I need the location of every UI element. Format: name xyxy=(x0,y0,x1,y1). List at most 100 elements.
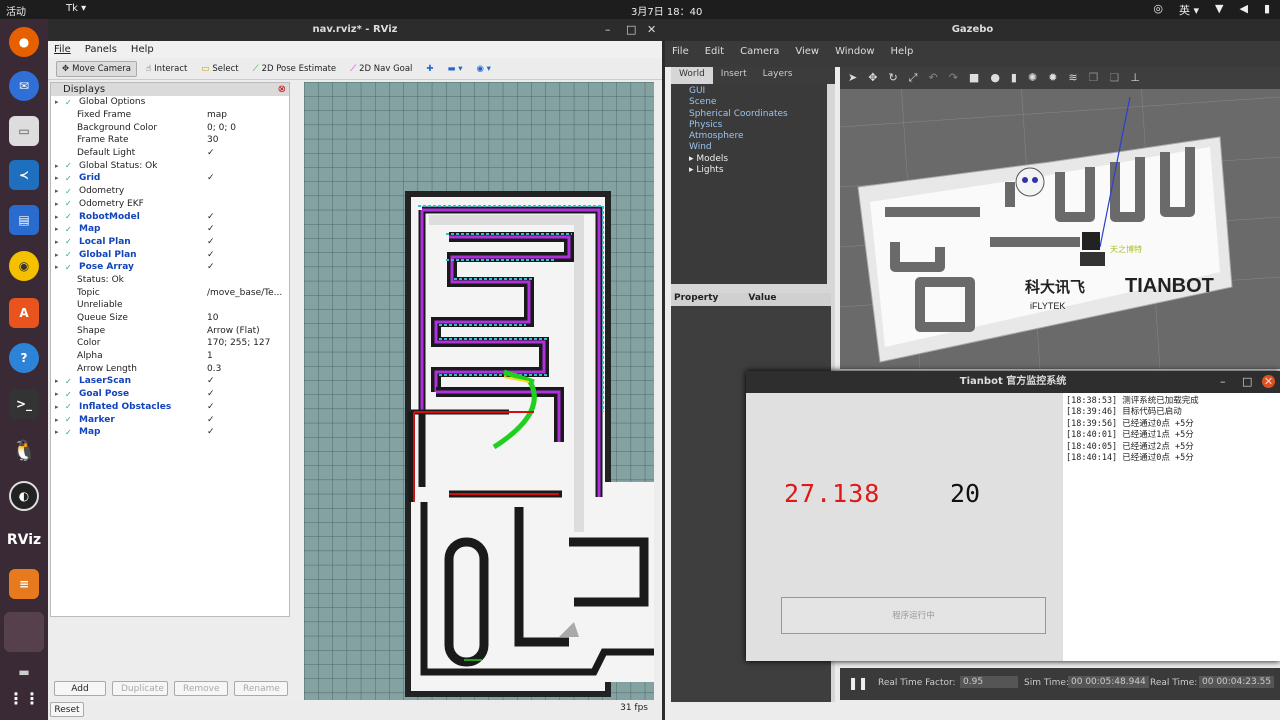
wifi-icon[interactable]: ▼ xyxy=(1215,2,1223,18)
display-value[interactable]: /move_base/Te... xyxy=(207,288,282,298)
maximize-icon[interactable]: □ xyxy=(1242,371,1252,393)
display-row[interactable]: ▸ ✓ Global Status: Ok xyxy=(51,159,289,172)
expand-arrow-icon[interactable]: ▸ xyxy=(55,377,59,385)
tab-insert[interactable]: Insert xyxy=(713,67,755,84)
network-icon[interactable]: ◎ xyxy=(1153,2,1163,18)
undo-icon[interactable]: ↶ xyxy=(928,71,937,85)
expand-arrow-icon[interactable]: ▸ xyxy=(55,162,59,170)
terminal-icon[interactable]: >_ xyxy=(9,389,39,419)
world-tree-item[interactable]: Atmosphere xyxy=(689,131,827,142)
camera-type-icon[interactable]: ◉ ▾ xyxy=(472,62,496,76)
world-tree-item[interactable]: ▸ Models xyxy=(689,154,827,165)
expand-arrow-icon[interactable]: ▸ xyxy=(55,174,59,182)
redo-icon[interactable]: ↷ xyxy=(949,71,958,85)
display-value[interactable]: ✓ xyxy=(207,389,215,399)
expand-arrow-icon[interactable]: ▸ xyxy=(55,98,59,106)
clock[interactable]: 3月7日 18：40 xyxy=(631,3,702,18)
display-value[interactable]: ✓ xyxy=(207,376,215,386)
monitor-titlebar[interactable]: Tianbot 官方监控系统 – □ ✕ xyxy=(746,371,1280,393)
add-button[interactable]: Add xyxy=(54,681,106,696)
rviz-icon[interactable]: RViz xyxy=(7,525,41,555)
pause-icon[interactable]: ❚❚ xyxy=(848,676,868,690)
display-row[interactable]: ▸ ✓ Local Plan ✓ xyxy=(51,236,289,249)
tool-move-camera[interactable]: ✥ Move Camera xyxy=(56,60,137,77)
gazebo-3d-scene[interactable]: 天之博特 科大讯飞 iFLYTEK TIANBOT xyxy=(840,67,1280,369)
gz-menu-file[interactable]: File xyxy=(672,41,689,63)
gz-menu-view[interactable]: View xyxy=(795,41,819,63)
tool-select[interactable]: ▭ Select xyxy=(196,62,243,76)
add-tool-icon[interactable]: ✚ xyxy=(421,62,438,76)
display-row[interactable]: Queue Size 10 xyxy=(51,312,289,325)
minimize-icon[interactable]: – xyxy=(1220,371,1226,393)
activities-button[interactable]: 活动 xyxy=(6,3,26,18)
box-icon[interactable]: ■ xyxy=(969,71,979,85)
tool-2d-pose[interactable]: ⟋ 2D Pose Estimate xyxy=(248,62,342,76)
expand-arrow-icon[interactable]: ▸ xyxy=(55,416,59,424)
display-value[interactable]: ✓ xyxy=(207,237,215,247)
lang-indicator[interactable]: 英 ▾ xyxy=(1179,2,1199,18)
world-tree-item[interactable]: Scene xyxy=(689,97,827,108)
qq-icon[interactable]: 🐧 xyxy=(9,435,39,465)
expand-arrow-icon[interactable]: ▸ xyxy=(55,200,59,208)
expand-arrow-icon[interactable]: ▸ xyxy=(55,390,59,398)
software-icon[interactable]: A xyxy=(9,298,39,328)
gz-menu-camera[interactable]: Camera xyxy=(740,41,779,63)
display-value[interactable]: 1 xyxy=(207,351,213,361)
expand-arrow-icon[interactable]: ▸ xyxy=(55,213,59,221)
spot-light-icon[interactable]: ✹ xyxy=(1048,71,1057,85)
dir-light-icon[interactable]: ≋ xyxy=(1068,71,1077,85)
display-row[interactable]: ▸ ✓ Global Options xyxy=(51,96,289,109)
display-row[interactable]: ▸ ✓ Odometry EKF xyxy=(51,198,289,211)
display-row[interactable]: Background Color 0; 0; 0 xyxy=(51,121,289,134)
world-tree-item[interactable]: GUI xyxy=(689,86,827,97)
rename-button[interactable]: Rename xyxy=(234,681,288,696)
display-row[interactable]: ▸ ✓ Odometry xyxy=(51,185,289,198)
display-row[interactable]: ▸ ✓ Map ✓ xyxy=(51,426,289,439)
display-value[interactable]: ✓ xyxy=(207,224,215,234)
app-menu[interactable]: Tk ▾ xyxy=(66,3,86,14)
display-value[interactable]: ✓ xyxy=(207,212,215,222)
paste-icon[interactable]: ❏ xyxy=(1110,71,1120,85)
display-row[interactable]: Frame Rate 30 xyxy=(51,134,289,147)
display-row[interactable]: ▸ ✓ Goal Pose ✓ xyxy=(51,388,289,401)
rviz-3d-view[interactable] xyxy=(304,82,654,700)
display-row[interactable]: ▸ ✓ Inflated Obstacles ✓ xyxy=(51,401,289,414)
display-value[interactable]: ✓ xyxy=(207,402,215,412)
expand-arrow-icon[interactable]: ▸ xyxy=(55,225,59,233)
select-arrow-icon[interactable]: ➤ xyxy=(848,71,857,85)
scale-icon[interactable]: ⤢ xyxy=(909,71,918,85)
display-row[interactable]: Default Light ✓ xyxy=(51,147,289,160)
help-icon[interactable]: ? xyxy=(9,343,39,373)
battery-icon[interactable]: ▮ xyxy=(1264,2,1270,18)
active-app-icon[interactable] xyxy=(4,612,44,652)
tool-2d-nav-goal[interactable]: ⟋ 2D Nav Goal xyxy=(345,62,417,76)
close-icon[interactable]: ✕ xyxy=(1262,375,1275,388)
stack-icon[interactable]: ≡ xyxy=(9,569,39,599)
close-icon[interactable]: ✕ xyxy=(647,19,656,41)
display-value[interactable]: ✓ xyxy=(207,427,215,437)
sphere-icon[interactable]: ● xyxy=(990,71,1000,85)
gazebo-titlebar[interactable]: Gazebo xyxy=(665,19,1280,41)
rviz-titlebar[interactable]: nav.rviz* - RViz – □ ✕ xyxy=(48,19,662,41)
obs-icon[interactable]: ◐ xyxy=(9,481,39,511)
display-value[interactable]: ✓ xyxy=(207,148,215,158)
menu-panels[interactable]: Panels xyxy=(85,41,117,58)
world-tree-item[interactable]: ▸ Lights xyxy=(689,165,827,176)
tool-interact[interactable]: ☝ Interact xyxy=(141,62,192,76)
writer-icon[interactable]: ▤ xyxy=(9,205,39,235)
display-value[interactable]: 170; 255; 127 xyxy=(207,338,270,348)
display-row[interactable]: ▸ ✓ Pose Array ✓ xyxy=(51,261,289,274)
tab-world[interactable]: World xyxy=(671,67,713,84)
expand-arrow-icon[interactable]: ▸ xyxy=(55,187,59,195)
display-row[interactable]: ▸ ✓ Map ✓ xyxy=(51,223,289,236)
maximize-icon[interactable]: □ xyxy=(626,19,636,41)
duplicate-button[interactable]: Duplicate xyxy=(112,681,168,696)
translate-icon[interactable]: ✥ xyxy=(868,71,877,85)
display-value[interactable]: 0.3 xyxy=(207,364,221,374)
tab-layers[interactable]: Layers xyxy=(755,67,801,84)
status-button[interactable]: 程序运行中 xyxy=(781,597,1046,634)
point-light-icon[interactable]: ✺ xyxy=(1028,71,1037,85)
rhythmbox-icon[interactable]: ◉ xyxy=(9,251,39,281)
display-value[interactable]: 10 xyxy=(207,313,218,323)
world-tree-item[interactable]: Wind xyxy=(689,142,827,153)
